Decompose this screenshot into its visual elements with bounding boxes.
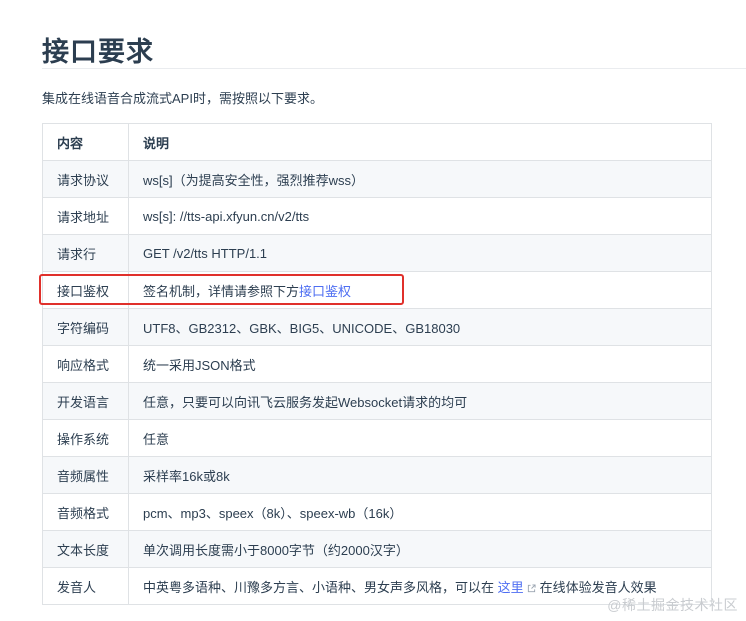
page-title: 接口要求 — [42, 37, 154, 67]
title-divider — [42, 68, 746, 69]
row-key: 请求行 — [42, 234, 129, 272]
table-row: 字符编码 UTF8、GB2312、GBK、BIG5、UNICODE、GB1803… — [42, 308, 712, 346]
row-value: 单次调用长度需小于8000字节（约2000汉字） — [128, 530, 712, 568]
row-key: 请求协议 — [42, 160, 129, 198]
external-link-icon — [527, 583, 536, 592]
intro-paragraph: 集成在线语音合成流式API时，需按照以下要求。 — [42, 91, 323, 106]
row-key: 文本长度 — [42, 530, 129, 568]
row-value: pcm、mp3、speex（8k）、speex-wb（16k） — [128, 493, 712, 531]
row-value: 统一采用JSON格式 — [128, 345, 712, 383]
watermark: @稀土掘金技术社区 — [607, 597, 738, 613]
row-value: 任意，只要可以向讯飞云服务发起Websocket请求的均可 — [128, 382, 712, 420]
row-key: 发音人 — [42, 567, 129, 605]
row-value: UTF8、GB2312、GBK、BIG5、UNICODE、GB18030 — [128, 308, 712, 346]
row-value: 签名机制，详情请参照下方接口鉴权 — [128, 271, 712, 309]
row-key: 音频格式 — [42, 493, 129, 531]
row-value: ws[s]: //tts-api.xfyun.cn/v2/tts — [128, 197, 712, 235]
row-value: 采样率16k或8k — [128, 456, 712, 494]
table-row: 音频格式 pcm、mp3、speex（8k）、speex-wb（16k） — [42, 493, 712, 531]
row-value: ws[s]（为提高安全性，强烈推荐wss） — [128, 160, 712, 198]
row-value: 任意 — [128, 419, 712, 457]
voices-link[interactable]: 这里 — [498, 580, 524, 595]
table-row: 开发语言 任意，只要可以向讯飞云服务发起Websocket请求的均可 — [42, 382, 712, 420]
header-description: 说明 — [128, 123, 712, 161]
table-row: 请求行 GET /v2/tts HTTP/1.1 — [42, 234, 712, 272]
table-row: 操作系统 任意 — [42, 419, 712, 457]
table-row: 请求协议 ws[s]（为提高安全性，强烈推荐wss） — [42, 160, 712, 198]
auth-link[interactable]: 接口鉴权 — [299, 284, 351, 299]
row-value-text: 中英粤多语种、川豫多方言、小语种、男女声多风格，可以在 — [143, 579, 495, 595]
row-key: 字符编码 — [42, 308, 129, 346]
row-key: 接口鉴权 — [42, 271, 129, 309]
row-value: GET /v2/tts HTTP/1.1 — [128, 234, 712, 272]
row-key: 开发语言 — [42, 382, 129, 420]
row-value-suffix: 在线体验发音人效果 — [539, 579, 657, 595]
row-key: 响应格式 — [42, 345, 129, 383]
table-row: 文本长度 单次调用长度需小于8000字节（约2000汉字） — [42, 530, 712, 568]
header-content: 内容 — [42, 123, 129, 161]
table-row: 请求地址 ws[s]: //tts-api.xfyun.cn/v2/tts — [42, 197, 712, 235]
row-key: 请求地址 — [42, 197, 129, 235]
requirements-table: 内容 说明 请求协议 ws[s]（为提高安全性，强烈推荐wss） 请求地址 ws… — [42, 123, 712, 605]
row-value-text: 签名机制，详情请参照下方 — [143, 283, 300, 299]
row-key: 音频属性 — [42, 456, 129, 494]
table-header-row: 内容 说明 — [42, 123, 712, 161]
row-key: 操作系统 — [42, 419, 129, 457]
table-row: 响应格式 统一采用JSON格式 — [42, 345, 712, 383]
doc-page: 接口要求 集成在线语音合成流式API时，需按照以下要求。 内容 说明 请求协议 … — [0, 0, 746, 621]
table-row: 接口鉴权 签名机制，详情请参照下方接口鉴权 — [42, 271, 712, 309]
table-row: 音频属性 采样率16k或8k — [42, 456, 712, 494]
